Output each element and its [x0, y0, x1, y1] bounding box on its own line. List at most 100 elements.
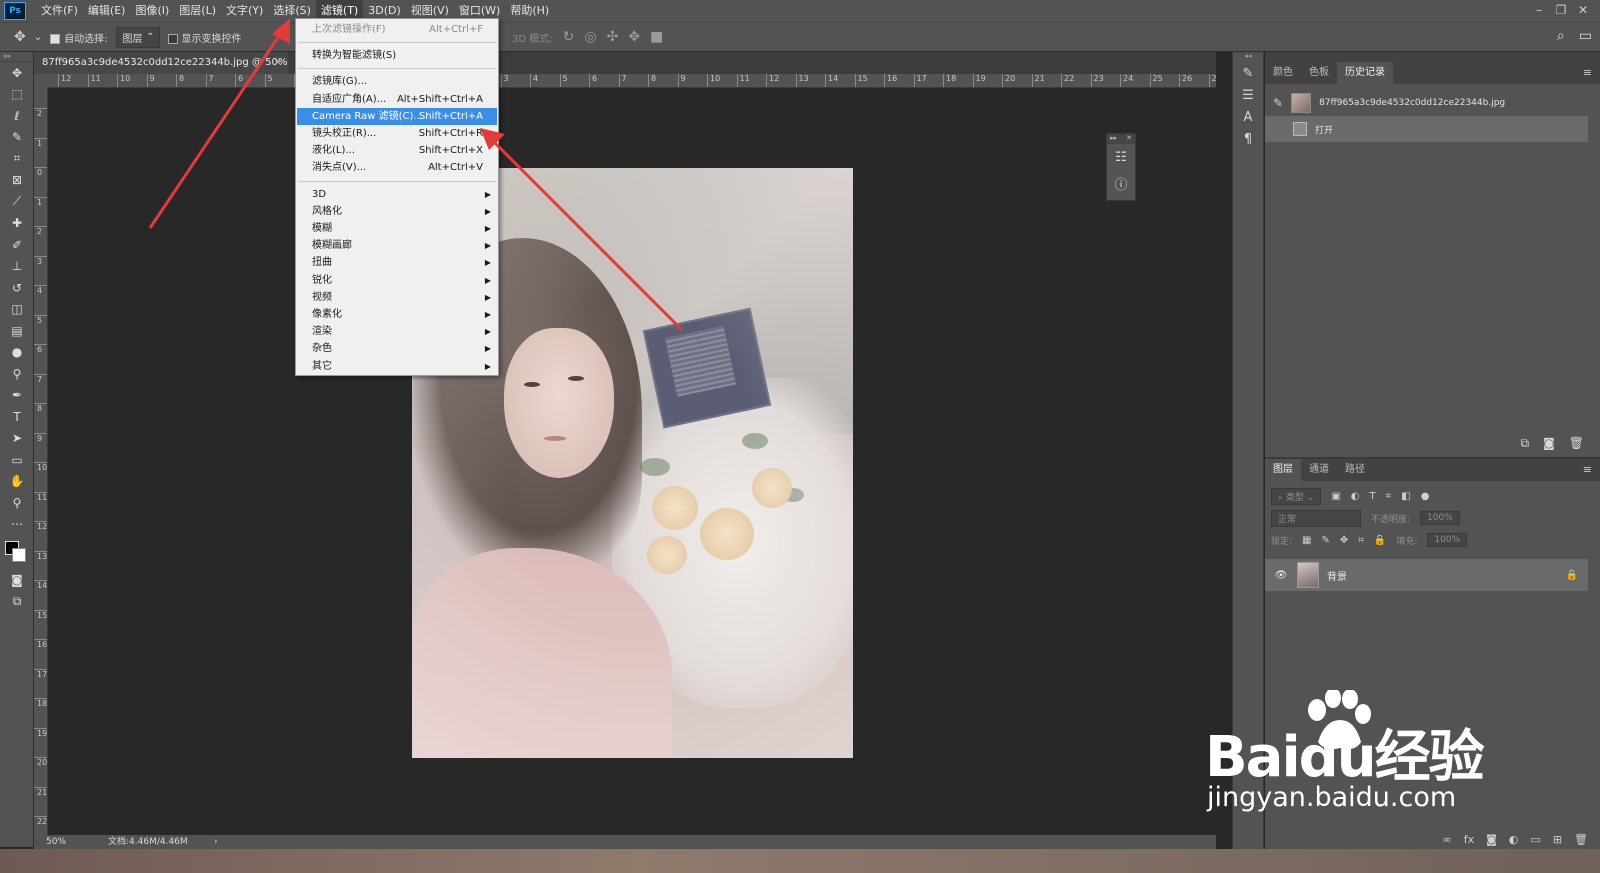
tab-layers[interactable]: 图层	[1265, 459, 1301, 481]
panel-grip-icon[interactable]: ◂◂	[1233, 52, 1263, 62]
filter-menu-item[interactable]: 杂色 ▶	[297, 340, 497, 357]
filter-menu-item[interactable]: 液化(L)... Shift+Ctrl+X	[297, 142, 497, 159]
move-tool-icon[interactable]: ✥	[0, 62, 34, 84]
quick-select-tool-icon[interactable]: ✎	[0, 127, 34, 149]
layer-style-icon[interactable]: fx	[1464, 833, 1474, 846]
search-icon[interactable]: ⌕	[1557, 28, 1565, 44]
close-window-button[interactable]: ✕	[1572, 0, 1594, 20]
info-icon[interactable]: ⓘ	[1107, 170, 1135, 196]
restore-button[interactable]: ❐	[1550, 0, 1572, 20]
panel-grip-icon[interactable]: ▸▸	[0, 52, 33, 62]
screen-mode-icon[interactable]: ⧉	[0, 591, 34, 613]
filter-menu-item[interactable]: 渲染 ▶	[297, 323, 497, 340]
lock-position-icon[interactable]: ✥	[1340, 535, 1348, 546]
filter-menu-item[interactable]: 消失点(V)... Alt+Ctrl+V	[297, 159, 497, 176]
zoom-tool-icon[interactable]: ⚲	[0, 492, 34, 514]
layer-kind-filter[interactable]: ⌕ 类型 ⌄	[1271, 487, 1322, 505]
auto-select-checkbox[interactable]: 自动选择:	[50, 30, 108, 45]
orbit-3d-icon[interactable]: ↻	[563, 29, 575, 45]
adjustments-icon[interactable]: ☰	[1233, 84, 1263, 106]
filter-menu-item[interactable]: 镜头校正(R)... Shift+Ctrl+R	[297, 125, 497, 142]
eraser-tool-icon[interactable]: ◫	[0, 299, 34, 321]
history-brush-source-icon[interactable]: ✎	[1273, 96, 1283, 110]
lock-transparent-icon[interactable]: ▦	[1302, 535, 1311, 546]
tool-preset-caret[interactable]: ⌄	[34, 32, 42, 43]
collapse-icon[interactable]: ▸▸	[1110, 134, 1117, 144]
new-layer-icon[interactable]: ⊞	[1553, 833, 1562, 846]
tab-paths[interactable]: 路径	[1337, 459, 1373, 481]
menu-file[interactable]: 文件(F)	[36, 0, 83, 22]
menu-layer[interactable]: 图层(L)	[174, 0, 221, 22]
background-color-swatch[interactable]	[12, 548, 26, 562]
workspace-icon[interactable]: ▭	[1579, 28, 1592, 44]
filter-menu-item[interactable]: 风格化 ▶	[297, 203, 497, 220]
layer-row[interactable]: 👁 背景 🔒	[1265, 559, 1588, 591]
filter-menu-item[interactable]: 模糊 ▶	[297, 220, 497, 237]
clone-stamp-tool-icon[interactable]: ⊥	[0, 256, 34, 278]
lock-artboard-icon[interactable]: ⌗	[1358, 535, 1364, 546]
filter-menu-item[interactable]: 自适应广角(A)... Alt+Shift+Ctrl+A	[297, 91, 497, 108]
lock-image-icon[interactable]: ✎	[1322, 535, 1330, 546]
fill-field[interactable]: 100%	[1427, 533, 1468, 547]
pen-tool-icon[interactable]: ✒	[0, 385, 34, 407]
adjustment-layer-icon[interactable]: ◐	[1509, 833, 1519, 846]
document-tab[interactable]: 87ff965a3c9de4532c0dd12ce22344b.jpg @ 50…	[34, 52, 288, 74]
history-brush-tool-icon[interactable]: ↺	[0, 277, 34, 299]
blur-tool-icon[interactable]: ●	[0, 342, 34, 364]
history-snapshot[interactable]: ✎ 87ff965a3c9de4532c0dd12ce22344b.jpg	[1265, 90, 1600, 116]
healing-brush-tool-icon[interactable]: ✚	[0, 213, 34, 235]
path-select-tool-icon[interactable]: ➤	[0, 428, 34, 450]
menu-help[interactable]: 帮助(H)	[505, 0, 554, 22]
status-menu-arrow[interactable]: ›	[214, 835, 218, 849]
tab-channels[interactable]: 通道	[1301, 459, 1337, 481]
filter-menu-item[interactable]: 滤镜库(G)...	[297, 73, 497, 90]
add-mask-icon[interactable]: ◙	[1486, 833, 1497, 846]
new-group-icon[interactable]: ▭	[1530, 833, 1540, 846]
trash-icon[interactable]: 🗑	[1569, 436, 1584, 451]
filter-menu-item[interactable]: 转换为智能滤镜(S)	[297, 47, 497, 64]
type-tool-icon[interactable]: T	[0, 406, 34, 428]
filter-toggle-icon[interactable]: ●	[1421, 491, 1430, 502]
frame-tool-icon[interactable]: ⊠	[0, 170, 34, 192]
close-tab-icon[interactable]: ×	[274, 52, 282, 74]
quick-mask-icon[interactable]: ◙	[0, 569, 34, 591]
lasso-tool-icon[interactable]: ℓ	[0, 105, 34, 127]
filter-type-icon[interactable]: T	[1370, 491, 1376, 502]
link-layers-icon[interactable]: ∞	[1443, 833, 1452, 846]
dodge-tool-icon[interactable]: ⚲	[0, 363, 34, 385]
filter-menu-item[interactable]: 视频 ▶	[297, 289, 497, 306]
panel-menu-icon[interactable]: ≡	[1583, 62, 1592, 84]
brush-settings-icon[interactable]: ✎	[1233, 62, 1263, 84]
tab-color[interactable]: 颜色	[1265, 62, 1301, 84]
menu-edit[interactable]: 编辑(E)	[83, 0, 131, 22]
filter-shape-icon[interactable]: ⌗	[1386, 491, 1392, 502]
lock-all-icon[interactable]: 🔒	[1374, 535, 1386, 546]
marquee-tool-icon[interactable]: ⬚	[0, 84, 34, 106]
history-step[interactable]: 打开	[1265, 116, 1588, 142]
paragraph-icon[interactable]: ¶	[1233, 128, 1263, 150]
tab-swatches[interactable]: 色板	[1301, 62, 1337, 84]
tab-history[interactable]: 历史记录	[1337, 62, 1393, 84]
menu-image[interactable]: 图像(I)	[130, 0, 174, 22]
menu-type[interactable]: 文字(Y)	[221, 0, 268, 22]
color-swatches[interactable]	[0, 535, 33, 569]
filter-menu-item[interactable]: 3D ▶	[297, 186, 497, 203]
hand-tool-icon[interactable]: ✋	[0, 471, 34, 493]
more-tools-icon[interactable]: ⋯	[0, 514, 34, 536]
scale-3d-icon[interactable]: ■	[650, 29, 663, 45]
properties-icon[interactable]: ☷	[1107, 144, 1135, 170]
trash-icon[interactable]: 🗑	[1574, 833, 1588, 846]
opacity-field[interactable]: 100%	[1420, 511, 1460, 525]
filter-menu-item[interactable]: 扭曲 ▶	[297, 254, 497, 271]
filter-smart-object-icon[interactable]: ◧	[1401, 491, 1410, 502]
shape-tool-icon[interactable]: ▭	[0, 449, 34, 471]
eye-icon[interactable]: 👁	[1273, 570, 1289, 581]
filter-pixel-icon[interactable]: ▣	[1331, 491, 1340, 502]
gradient-tool-icon[interactable]: ▤	[0, 320, 34, 342]
filter-adjustment-icon[interactable]: ◐	[1351, 491, 1360, 502]
auto-select-target-dropdown[interactable]: 图层	[115, 26, 160, 48]
eyedropper-tool-icon[interactable]: ⟋	[0, 191, 34, 213]
move-tool-icon[interactable]: ✥	[14, 29, 26, 45]
blend-mode-dropdown[interactable]: 正常	[1271, 509, 1361, 527]
new-document-from-state-icon[interactable]: ⧉	[1521, 436, 1530, 451]
